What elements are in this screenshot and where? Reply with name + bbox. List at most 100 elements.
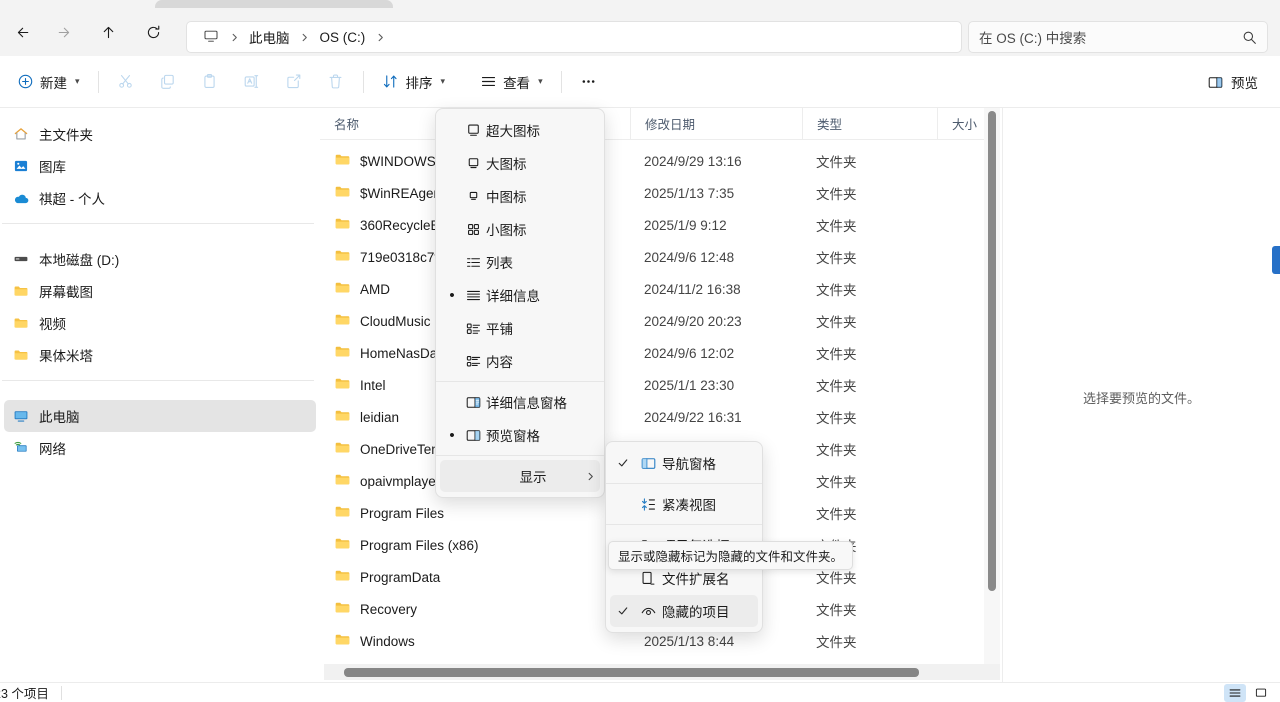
rename-icon (243, 73, 261, 91)
submenu-item-nav-pane[interactable]: 导航窗格 (610, 447, 758, 479)
breadcrumb-separator[interactable] (371, 33, 389, 42)
menu-item-label: 大图标 (486, 157, 527, 172)
forward-button[interactable] (46, 15, 80, 49)
sidebar-item-videos[interactable]: 视频 (4, 307, 316, 339)
menu-item-extra-larges-icon[interactable]: 超大图标 (440, 114, 600, 146)
menu-item-list[interactable]: 列表 (440, 246, 600, 278)
menu-item-show[interactable]: 显示 (440, 460, 600, 492)
sidebar-item-home[interactable]: 主文件夹 (4, 118, 316, 150)
clipboard-icon (201, 73, 219, 91)
menu-item-tiles[interactable]: 平铺 (440, 312, 600, 344)
copy-icon (159, 73, 177, 91)
file-date-cell: 2024/9/20 20:23 (644, 313, 742, 329)
view-button-label: 查看 (503, 75, 531, 91)
sort-button[interactable]: 排序 ▾ (372, 65, 456, 99)
breadcrumb-this-pc[interactable]: 此电脑 (243, 25, 296, 49)
table-row[interactable]: CloudMusic 2024/9/20 20:23 文件夹 (320, 305, 1000, 337)
show-submenu: 导航窗格紧凑视图项目复选框文件扩展名隐藏的项目 (605, 441, 763, 633)
file-date-cell: 2024/9/6 12:02 (644, 345, 735, 361)
item-count-label: 23 个项目 (0, 687, 49, 701)
sidebar-item-gallery[interactable]: 图库 (4, 150, 316, 182)
menu-item-mediums-icon[interactable]: 中图标 (440, 180, 600, 212)
submenu-item-compact-view[interactable]: 紧凑视图 (610, 488, 758, 520)
folder-icon (334, 215, 351, 235)
table-row[interactable]: 360RecycleBin 2025/1/9 9:12 文件夹 (320, 209, 1000, 241)
address-bar[interactable]: 此电脑 OS (C:) (186, 21, 962, 53)
tab-strip (0, 0, 1280, 8)
table-row[interactable]: Intel 2025/1/1 23:30 文件夹 (320, 369, 1000, 401)
delete-button[interactable] (317, 65, 355, 99)
file-name-cell[interactable]: ProgramData (320, 567, 630, 587)
vertical-scroll-thumb[interactable] (988, 111, 996, 591)
menu-item-larges-icon[interactable]: 大图标 (440, 147, 600, 179)
menu-item-details-pane[interactable]: 详细信息窗格 (440, 386, 600, 418)
breadcrumb-os-c[interactable]: OS (C:) (314, 25, 372, 49)
menu-item-label: 显示 (519, 470, 547, 485)
cut-button[interactable] (107, 65, 145, 99)
large-icons-view-toggle[interactable] (1250, 684, 1272, 702)
menu-item-label: 中图标 (486, 190, 527, 205)
table-row[interactable]: $WinREAgent 2025/1/13 7:35 文件夹 (320, 177, 1000, 209)
table-row[interactable]: $WINDOWS.~BT 2024/9/29 13:16 文件夹 (320, 145, 1000, 177)
menu-item-preview-pane[interactable]: • 预览窗格 (440, 419, 600, 451)
up-button[interactable] (91, 15, 125, 49)
share-button[interactable] (275, 65, 313, 99)
table-row[interactable]: HomeNasData 2024/9/6 12:02 文件夹 (320, 337, 1000, 369)
search-icon (1242, 30, 1257, 45)
sidebar-item-this-pc[interactable]: 此电脑 (4, 400, 316, 432)
sidebar-item-onedrive[interactable]: 祺超 - 个人 (4, 182, 316, 214)
sidebar-item-label: 果体米塔 (39, 349, 93, 364)
file-type-cell: 文件夹 (816, 379, 857, 394)
pane-resize-handle[interactable] (1272, 246, 1280, 274)
file-name-cell[interactable]: Program Files (320, 503, 630, 523)
nav-pane-icon (634, 455, 662, 472)
file-name-label: $WinREAgent (360, 185, 445, 201)
copy-button[interactable] (149, 65, 187, 99)
sidebar-item-screenshots[interactable]: 屏幕截图 (4, 275, 316, 307)
tab-active[interactable] (155, 0, 393, 8)
file-type-cell: 文件夹 (816, 219, 857, 234)
details-view-toggle[interactable] (1224, 684, 1246, 702)
menu-item-content[interactable]: 内容 (440, 345, 600, 377)
table-row[interactable]: leidian 2024/9/22 16:31 文件夹 (320, 401, 1000, 433)
menu-item-label: 详细信息 (486, 289, 540, 304)
breadcrumb-root[interactable] (197, 25, 225, 49)
back-button[interactable] (6, 15, 40, 49)
horizontal-scrollbar[interactable] (324, 664, 1000, 680)
selected-bullet: • (449, 426, 455, 444)
see-more-button[interactable] (570, 65, 608, 99)
menu-item-smalls-icon[interactable]: 小图标 (440, 213, 600, 245)
horizontal-scroll-thumb[interactable] (344, 668, 919, 677)
table-row[interactable]: 719e0318c7fa0d1ab0b1 2024/9/6 12:48 文件夹 (320, 241, 1000, 273)
sidebar-item-local-disk-d[interactable]: 本地磁盘 (D:) (4, 243, 316, 275)
sidebar-item-guotimita[interactable]: 果体米塔 (4, 339, 316, 371)
sidebar-item-network[interactable]: 网络 (4, 432, 316, 464)
folder-icon (334, 183, 351, 203)
file-name-cell[interactable]: Windows (320, 631, 630, 651)
file-name-cell[interactable]: Program Files (x86) (320, 535, 630, 555)
vertical-scrollbar[interactable] (984, 108, 1000, 668)
refresh-button[interactable] (136, 15, 170, 49)
preview-toggle-label: 预览 (1231, 76, 1258, 91)
file-type-cell: 文件夹 (816, 187, 857, 202)
sidebar-item-label: 主文件夹 (39, 128, 93, 143)
menu-item-label: 超大图标 (486, 124, 540, 139)
preview-pane-icon (1206, 73, 1224, 91)
preview-toggle-button[interactable]: 预览 (1196, 65, 1268, 99)
folder-icon (334, 247, 351, 267)
view-button[interactable]: 查看 ▾ (469, 65, 553, 99)
file-name-label: Recovery (360, 601, 418, 617)
new-button[interactable]: 新建 ▾ (6, 65, 90, 99)
menu-item-label: 预览窗格 (486, 429, 540, 444)
submenu-item-hidden-items[interactable]: 隐藏的项目 (610, 595, 758, 627)
submenu-item-label: 导航窗格 (662, 457, 716, 472)
column-header-date[interactable]: 修改日期 (630, 108, 802, 140)
rename-button[interactable] (233, 65, 271, 99)
search-box[interactable]: 在 OS (C:) 中搜索 (968, 21, 1268, 53)
column-header-type[interactable]: 类型 (802, 108, 937, 140)
search-input[interactable]: 在 OS (C:) 中搜索 (979, 27, 1242, 47)
table-row[interactable]: AMD 2024/11/2 16:38 文件夹 (320, 273, 1000, 305)
menu-item-details[interactable]: • 详细信息 (440, 279, 600, 311)
paste-button[interactable] (191, 65, 229, 99)
file-name-cell[interactable]: Recovery (320, 599, 630, 619)
